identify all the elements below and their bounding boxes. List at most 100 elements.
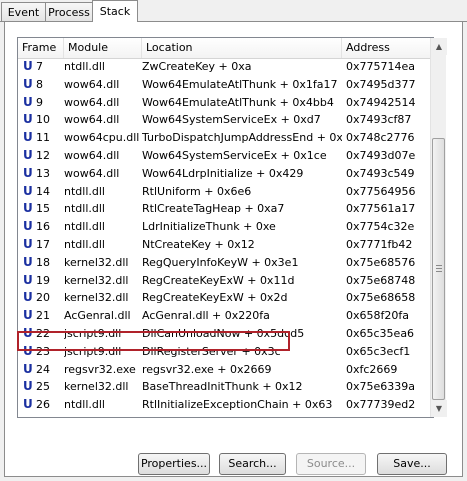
- save-button[interactable]: Save...: [377, 453, 447, 475]
- search-button[interactable]: Search...: [219, 453, 286, 475]
- column-header-address[interactable]: Address: [342, 38, 433, 58]
- module-cell: wow64cpu.dll: [64, 131, 140, 145]
- user-mode-icon: U: [23, 130, 33, 145]
- column-header-module[interactable]: Module: [64, 38, 142, 58]
- location-cell: RtlInitializeExceptionChain + 0x63: [142, 398, 333, 412]
- module-cell: regsvr32.exe: [64, 362, 136, 376]
- stack-row[interactable]: U 25 kernel32.dll BaseThreadInitThunk + 0x1…: [18, 378, 433, 396]
- stack-row[interactable]: U 24 regsvr32.exe regsvr32.exe + 0x2669 0xfc…: [18, 361, 433, 379]
- address-cell: 0x75e6339a: [346, 380, 416, 394]
- location-cell: RtlCreateTagHeap + 0xa7: [142, 202, 285, 216]
- stack-list[interactable]: Frame Module Location Address U 7 ntdll.dl…: [17, 37, 434, 418]
- user-mode-icon: U: [23, 379, 33, 394]
- location-cell: regsvr32.exe + 0x2669: [142, 362, 272, 376]
- address-cell: 0x775714ea: [346, 60, 416, 73]
- module-cell: ntdll.dll: [64, 184, 105, 198]
- user-mode-icon: U: [23, 414, 33, 417]
- column-header-frame[interactable]: Frame: [18, 38, 64, 58]
- module-cell: wow64.dll: [64, 113, 120, 127]
- properties-button[interactable]: Properties...: [138, 453, 210, 475]
- stack-row[interactable]: U 7 ntdll.dll ZwCreateKey + 0xa 0x775714ea: [18, 58, 433, 76]
- address-cell: 0x7493d07e: [346, 148, 416, 162]
- user-mode-icon: U: [23, 165, 33, 180]
- scroll-down-icon[interactable]: ▼: [431, 400, 447, 417]
- location-cell: Wow64SystemServiceEx + 0xd7: [142, 113, 321, 127]
- stack-row[interactable]: U 17 ntdll.dll NtCreateKey + 0x12 0x7771fb42: [18, 236, 433, 254]
- stack-row[interactable]: U 9 wow64.dll Wow64EmulateAtlThunk + 0x4bb4…: [18, 94, 433, 112]
- stack-rows: U 7 ntdll.dll ZwCreateKey + 0xa 0x775714ea U 8…: [18, 58, 433, 417]
- stack-row[interactable]: U 19 kernel32.dll RegCreateKeyExW + 0x11d 0x…: [18, 272, 433, 290]
- scroll-thumb[interactable]: [432, 138, 445, 400]
- stack-row[interactable]: U27ntdll.dllRtlInitializeExceptionChain …: [18, 414, 433, 417]
- location-cell: RegCreateKeyExW + 0x11d: [142, 273, 295, 287]
- location-cell: TurboDispatchJumpAddressEnd + 0x2d: [142, 131, 342, 145]
- stack-row[interactable]: U 26 ntdll.dll RtlInitializeExceptionChain …: [18, 396, 433, 414]
- user-mode-icon: U: [23, 219, 33, 234]
- tab-bar: Event Process Stack: [0, 0, 467, 22]
- module-cell: ntdll.dll: [64, 202, 105, 216]
- stack-row[interactable]: U 10 wow64.dll Wow64SystemServiceEx + 0xd7 0…: [18, 111, 433, 129]
- stack-row[interactable]: U 18 kernel32.dll RegQueryInfoKeyW + 0x3e1 0…: [18, 254, 433, 272]
- user-mode-icon: U: [23, 236, 33, 251]
- address-cell: 0x7495d377: [346, 77, 416, 91]
- stack-row[interactable]: U 14 ntdll.dll RtlUniform + 0x6e6 0x77564956: [18, 183, 433, 201]
- location-cell: BaseThreadInitThunk + 0x12: [142, 380, 303, 394]
- stack-row[interactable]: U 13 wow64.dll Wow64LdrpInitialize + 0x429 0…: [18, 165, 433, 183]
- tab-stack[interactable]: Stack: [92, 0, 138, 22]
- location-cell: RtlUniform + 0x6e6: [142, 184, 252, 198]
- stack-row[interactable]: U 22 jscript9.dll DllCanUnloadNow + 0x5dcd5…: [18, 325, 433, 343]
- address-cell: 0x7771fb42: [346, 237, 413, 251]
- module-cell: ntdll.dll: [64, 398, 105, 412]
- stack-row[interactable]: U 21 AcGenral.dll AcGenral.dll + 0x220fa 0x6…: [18, 307, 433, 325]
- address-cell: 0x658f20fa: [346, 309, 409, 323]
- address-cell: 0x77739ed2: [346, 398, 416, 412]
- user-mode-icon: U: [23, 112, 33, 127]
- address-cell: 0x65c35ea6: [346, 326, 415, 340]
- scroll-up-icon[interactable]: ▲: [431, 38, 447, 55]
- source-button[interactable]: Source...: [296, 453, 366, 475]
- address-cell: 0x7754c32e: [346, 220, 415, 234]
- module-cell: AcGenral.dll: [64, 309, 131, 323]
- stack-row[interactable]: U 20 kernel32.dll RegCreateKeyExW + 0x2d 0x7…: [18, 289, 433, 307]
- location-cell: DllRegisterServer + 0x3c: [142, 344, 281, 358]
- user-mode-icon: U: [23, 76, 33, 91]
- user-mode-icon: U: [23, 59, 33, 73]
- address-cell: 0x77564956: [346, 184, 416, 198]
- address-cell: 0x77561a17: [346, 202, 416, 216]
- stack-row[interactable]: U 23 jscript9.dll DllRegisterServer + 0x3c 0…: [18, 343, 433, 361]
- location-cell: ZwCreateKey + 0xa: [142, 60, 252, 73]
- address-cell: 0x75e68748: [346, 273, 416, 287]
- user-mode-icon: U: [23, 308, 33, 323]
- location-cell: Wow64EmulateAtlThunk + 0x4bb4: [142, 95, 334, 109]
- user-mode-icon: U: [23, 147, 33, 162]
- address-cell: 0x7493cf87: [346, 113, 412, 127]
- module-cell: kernel32.dll: [64, 273, 129, 287]
- stack-row[interactable]: U 12 wow64.dll Wow64SystemServiceEx + 0x1ce…: [18, 147, 433, 165]
- vertical-scrollbar[interactable]: ▲ ▼: [430, 38, 447, 417]
- address-cell: 0x65c3ecf1: [346, 344, 411, 358]
- user-mode-icon: U: [23, 290, 33, 305]
- module-cell: kernel32.dll: [64, 291, 129, 305]
- user-mode-icon: U: [23, 397, 33, 412]
- stack-row[interactable]: U 8 wow64.dll Wow64EmulateAtlThunk + 0x1fa1…: [18, 76, 433, 94]
- location-cell: NtCreateKey + 0x12: [142, 237, 255, 251]
- tab-process[interactable]: Process: [45, 2, 93, 21]
- column-header-location[interactable]: Location: [142, 38, 342, 58]
- module-cell: jscript9.dll: [64, 344, 122, 358]
- address-cell: 0x7493c549: [346, 166, 415, 180]
- list-header: Frame Module Location Address: [18, 38, 433, 59]
- module-cell: kernel32.dll: [64, 255, 129, 269]
- module-cell: ntdll.dll: [64, 237, 105, 251]
- stack-row[interactable]: U 15 ntdll.dll RtlCreateTagHeap + 0xa7 0x775…: [18, 200, 433, 218]
- address-cell: 0xfc2669: [346, 362, 398, 376]
- module-cell: wow64.dll: [64, 166, 120, 180]
- module-cell: wow64.dll: [64, 77, 120, 91]
- location-cell: AcGenral.dll + 0x220fa: [142, 309, 270, 323]
- location-cell: DllCanUnloadNow + 0x5dcd5: [142, 326, 305, 340]
- user-mode-icon: U: [23, 343, 33, 358]
- tab-event[interactable]: Event: [1, 2, 46, 21]
- stack-row[interactable]: U 11 wow64cpu.dll TurboDispatchJumpAddressE…: [18, 129, 433, 147]
- address-cell: 0x748c2776: [346, 131, 415, 145]
- stack-row[interactable]: U 16 ntdll.dll LdrInitializeThunk + 0xe 0x77…: [18, 218, 433, 236]
- location-cell: RegQueryInfoKeyW + 0x3e1: [142, 255, 299, 269]
